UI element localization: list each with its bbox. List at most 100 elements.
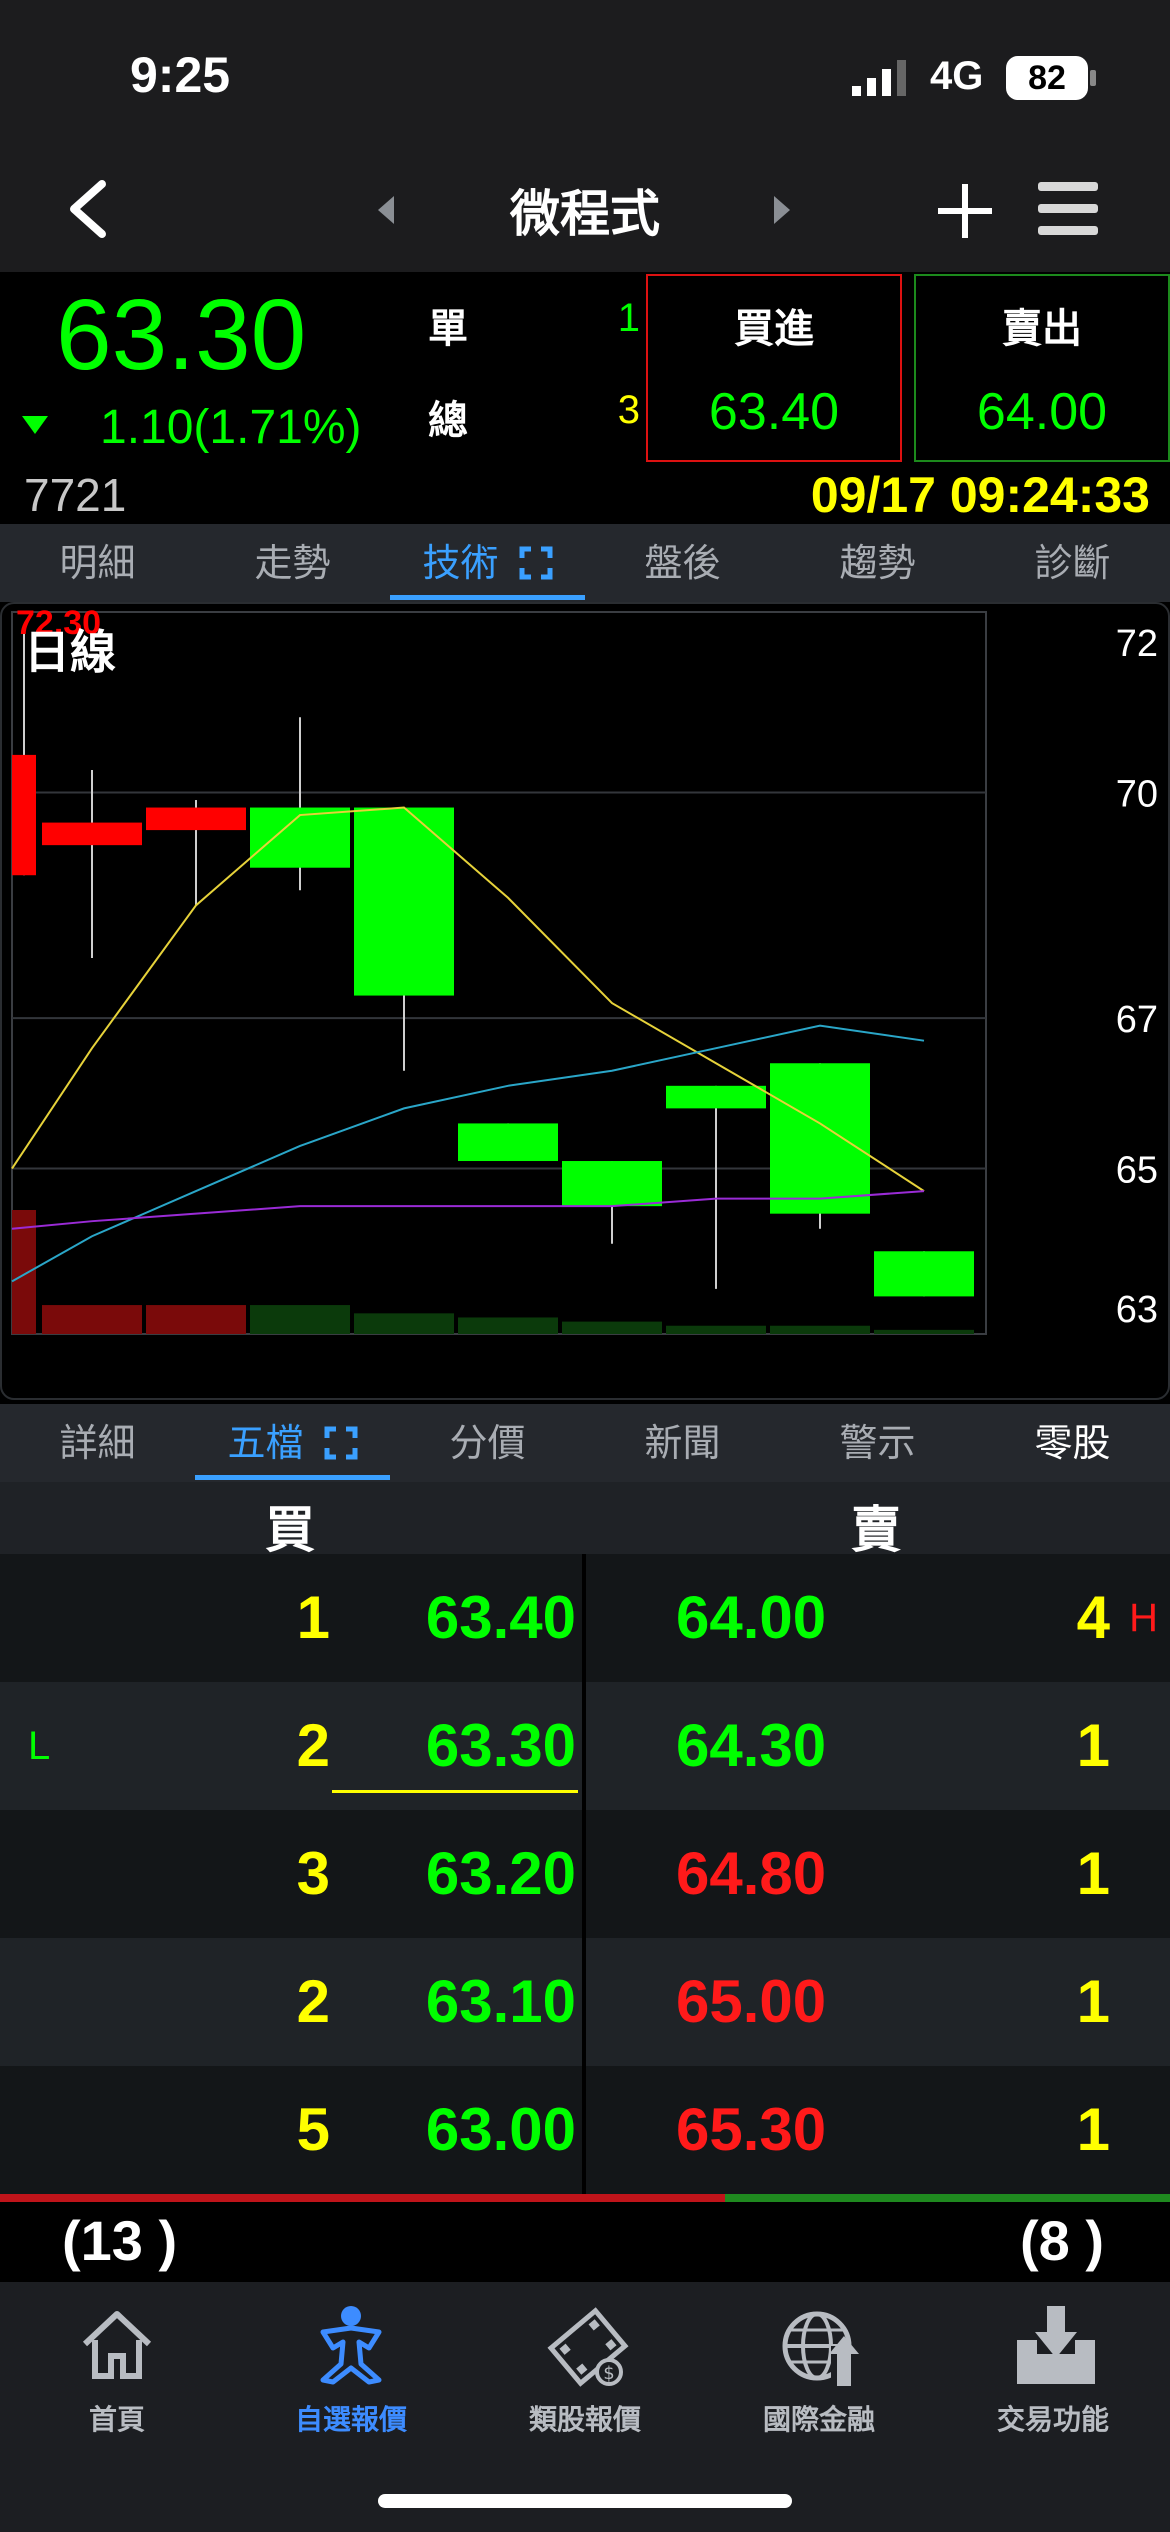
plus-icon: [938, 184, 992, 238]
network-type: 4G: [930, 54, 984, 98]
bid-quantity: 2: [296, 1712, 330, 1779]
tab-alerts[interactable]: 警示: [780, 1404, 975, 1482]
last-price: 63.30: [56, 279, 307, 391]
volume-bar: [146, 1305, 246, 1334]
user-quote-icon: [320, 2306, 382, 2385]
analysis-tabs: 明細 走勢 技術 盤後 趨勢 診斷: [0, 524, 1170, 602]
buy-button-price: 63.40: [708, 383, 840, 441]
caret-right-icon: [774, 196, 790, 224]
tab-after-hours[interactable]: 盤後: [585, 524, 780, 602]
ask-quantity: 1: [1076, 1712, 1110, 1779]
tab-price-volume[interactable]: 分價: [390, 1404, 585, 1482]
back-arrow-icon: [70, 180, 106, 238]
plot-border: [11, 611, 987, 1335]
bottom-navigation: 首頁 自選報價 $ 類股報價 國際金融 交易功能: [0, 2282, 1170, 2532]
tab-diagnosis[interactable]: 診斷: [975, 524, 1170, 602]
tab-technical[interactable]: 技術: [390, 524, 585, 602]
buy-button-label: 買進: [734, 306, 814, 352]
orderbook-header: 買 賣: [0, 1482, 1170, 1559]
signal-icon: [852, 60, 910, 100]
ask-price: 64.80: [676, 1840, 827, 1907]
sell-button-label: 賣出: [1002, 306, 1082, 352]
battery-tip: [1090, 70, 1096, 86]
candlestick-chart[interactable]: 72 70 67 65 63: [0, 602, 1170, 1402]
home-indicator: [378, 2494, 792, 2508]
total-volume-value: 3: [617, 388, 640, 432]
nav-sector-label: 類股報價: [528, 2403, 641, 2436]
menu-button[interactable]: [1036, 174, 1100, 248]
nav-bar: 微程式: [0, 150, 1170, 272]
ask-price: 65.00: [676, 1968, 827, 2035]
volume-bar: [42, 1305, 142, 1334]
nav-trading[interactable]: 交易功能: [936, 2282, 1170, 2462]
nav-sector[interactable]: $ 類股報價: [468, 2282, 702, 2462]
tab-five-levels-label: 五檔: [227, 1421, 304, 1465]
nav-trading-label: 交易功能: [996, 2403, 1109, 2436]
trade-download-icon: [1017, 2306, 1095, 2384]
nav-home-label: 首頁: [88, 2403, 145, 2436]
sell-column-header: 賣: [851, 1501, 901, 1559]
buy-ratio-fill: [0, 2194, 726, 2202]
hamburger-icon: [1038, 182, 1098, 235]
tab-momentum[interactable]: 趨勢: [780, 524, 975, 602]
total-volume-label: 總: [428, 398, 468, 444]
ask-price: 64.30: [676, 1712, 827, 1779]
globe-icon: [782, 2311, 859, 2386]
nav-international-label: 國際金融: [762, 2403, 875, 2436]
sell-button[interactable]: 賣出 64.00: [914, 274, 1170, 462]
add-button[interactable]: [930, 176, 1000, 250]
orderbook-tabs: 詳細 五檔 分價 新聞 警示 零股: [0, 1404, 1170, 1482]
volume-bar: [458, 1317, 558, 1334]
ask-price: 64.00: [676, 1584, 827, 1651]
volume-bar: [250, 1305, 350, 1334]
single-volume-label: 單: [428, 306, 468, 352]
bid-quantity: 2: [296, 1968, 330, 2035]
low-flag: L: [28, 1724, 51, 1768]
ask-quantity: 1: [1076, 1840, 1110, 1907]
volume-bar: [874, 1329, 974, 1334]
quote-datetime: 09/17 09:24:33: [810, 467, 1150, 523]
down-triangle-icon: [20, 414, 50, 442]
bid-price: 63.40: [425, 1584, 576, 1651]
tab-technical-label: 技術: [422, 541, 499, 585]
quote-panel: 63.30 1.10(1.71%) 單 1 總 3 買進 63.40 賣出 64…: [0, 272, 1170, 524]
ask-quantity: 1: [1076, 1968, 1110, 2035]
ask-quantity: 1: [1076, 2096, 1110, 2163]
technical-chart-panel[interactable]: 72 70 67 65 63 72.30 日線 63.30: [0, 602, 1170, 1404]
bid-quantity: 5: [296, 2096, 330, 2163]
nav-international[interactable]: 國際金融: [702, 2282, 936, 2462]
tab-five-levels[interactable]: 五檔: [195, 1404, 390, 1482]
tab-trend[interactable]: 走勢: [195, 524, 390, 602]
volume-bar: [562, 1321, 662, 1334]
y-tick-label: 67: [1116, 999, 1158, 1041]
ask-quantity: 4: [1076, 1584, 1110, 1651]
volume-bar: [354, 1313, 454, 1334]
candle-body: [250, 807, 350, 868]
tab-news[interactable]: 新聞: [585, 1404, 780, 1482]
buy-column-header: 買: [265, 1501, 315, 1559]
stock-code: 7721: [24, 469, 127, 521]
tab-details[interactable]: 詳細: [0, 1404, 195, 1482]
volume-bar: [770, 1325, 870, 1334]
buy-button[interactable]: 買進 63.40: [646, 274, 902, 462]
nav-watchlist-label: 自選報價: [294, 2403, 407, 2436]
price-change: 1.10(1.71%): [100, 401, 362, 454]
tab-odd-lot[interactable]: 零股: [975, 1404, 1170, 1482]
candle-body: [42, 822, 142, 846]
nav-watchlist[interactable]: 自選報價: [234, 2282, 468, 2462]
chart-period-title: 日線: [24, 625, 116, 679]
bid-quantity: 1: [296, 1584, 330, 1651]
last-trade-underline: [332, 1790, 578, 1793]
back-button[interactable]: [56, 174, 126, 244]
expand-icon: [324, 1426, 358, 1460]
candle-body: [770, 1063, 870, 1214]
status-bar: 9:25 4G 82: [0, 0, 1170, 150]
stock-title: 微程式: [510, 185, 660, 243]
expand-icon: [519, 546, 553, 580]
bid-price: 63.20: [425, 1840, 576, 1907]
status-time: 9:25: [130, 47, 231, 103]
next-stock-button[interactable]: [766, 190, 796, 234]
tab-detail[interactable]: 明細: [0, 524, 195, 602]
nav-home[interactable]: 首頁: [0, 2282, 234, 2462]
y-tick-label: 72: [1116, 623, 1158, 665]
